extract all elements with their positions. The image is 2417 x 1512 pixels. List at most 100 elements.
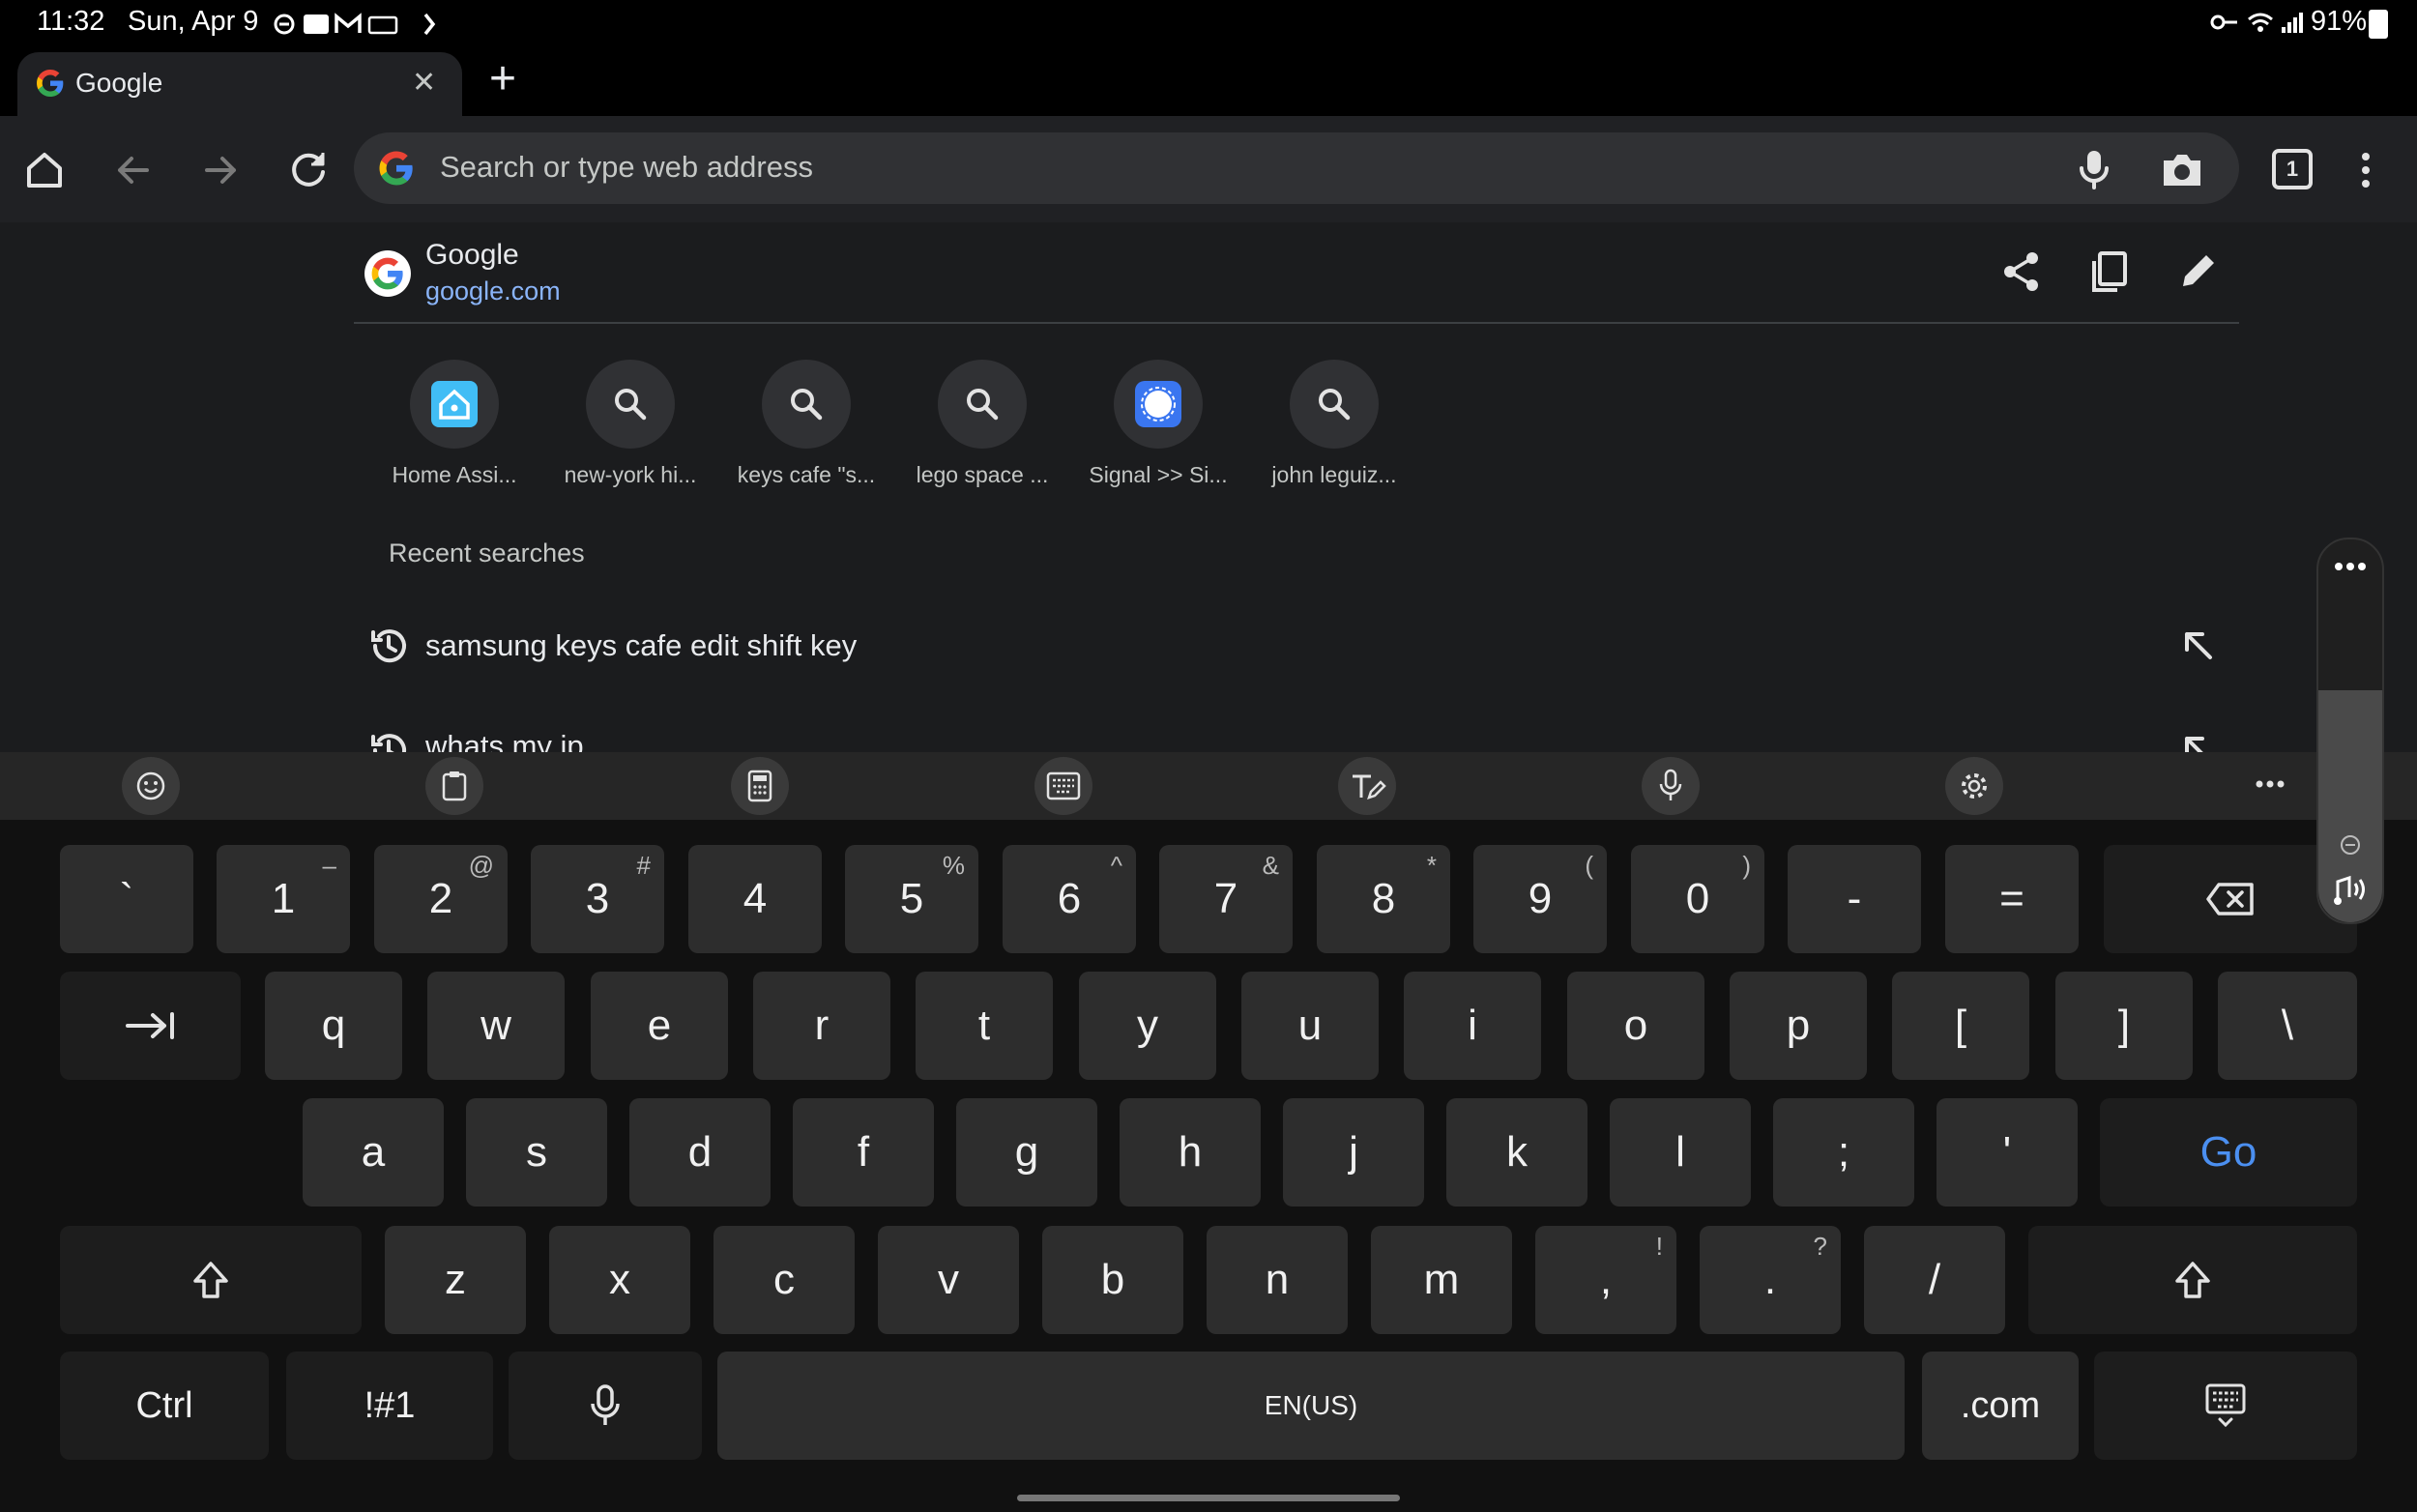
key-p[interactable]: p [1730,972,1867,1080]
key-8[interactable]: 8 * [1317,845,1450,953]
new-tab-button[interactable]: + [489,56,516,102]
back-icon[interactable] [112,149,155,191]
key-r[interactable]: r [753,972,890,1080]
calculator-button[interactable] [731,757,789,815]
key-0[interactable]: 0) [1631,845,1764,953]
shortcut-tile-home-assistant[interactable] [410,360,499,449]
key-z[interactable]: z [385,1226,526,1334]
go-key[interactable]: Go [2100,1098,2357,1207]
key-7[interactable]: 7 & [1159,845,1293,953]
shortcut-tile-search[interactable] [762,360,851,449]
key-h[interactable]: h [1120,1098,1261,1207]
reload-icon[interactable] [286,147,331,191]
key-n[interactable]: n [1207,1226,1348,1334]
insert-query-arrow-icon[interactable] [2179,731,2218,752]
key-w[interactable]: w [427,972,565,1080]
key-2[interactable]: 2 @ [374,845,508,953]
key-right-bracket[interactable]: ] [2055,972,2193,1080]
key-u[interactable]: u [1241,972,1379,1080]
space-bar[interactable]: EN(US) [717,1352,1905,1460]
key-i[interactable]: i [1404,972,1541,1080]
share-icon[interactable] [1999,249,2044,294]
key-t[interactable]: t [916,972,1053,1080]
key-k[interactable]: k [1446,1098,1587,1207]
right-shift-key[interactable] [2028,1226,2357,1334]
edge-panel[interactable] [2316,538,2384,924]
key-y[interactable]: y [1079,972,1216,1080]
recent-search-item[interactable]: samsung keys cafe edit shift key [425,628,857,663]
key-comma[interactable]: ,! [1535,1226,1676,1334]
gesture-bar[interactable] [1017,1495,1400,1501]
copy-icon[interactable] [2088,249,2131,294]
key-9[interactable]: 9( [1473,845,1607,953]
key-j[interactable]: j [1283,1098,1424,1207]
home-assistant-icon [431,381,478,427]
shortcut-tile-search[interactable] [1290,360,1379,449]
shortcut-tile-signal[interactable] [1114,360,1203,449]
key-e[interactable]: e [591,972,728,1080]
key-1[interactable]: 1– [217,845,350,953]
keyboard-more-icon[interactable] [2255,778,2286,790]
tab-key[interactable] [60,972,241,1080]
key-minus[interactable]: - [1788,845,1921,953]
symbols-key[interactable]: !#1 [286,1352,493,1460]
key-semicolon[interactable]: ; [1773,1098,1914,1207]
shortcut-tile-search[interactable] [938,360,1027,449]
key-q[interactable]: q [265,972,402,1080]
insert-query-arrow-icon[interactable] [2179,626,2218,665]
key-left-bracket[interactable]: [ [1892,972,2029,1080]
key-backslash[interactable]: \ [2218,972,2357,1080]
tab-switcher-button[interactable]: 1 [2272,149,2313,189]
more-icon[interactable] [2333,561,2368,572]
battery-percent: 91% [2311,6,2368,37]
key-period[interactable]: .? [1700,1226,1841,1334]
left-shift-key[interactable] [60,1226,362,1334]
search-input[interactable]: Search or type web address [440,150,813,185]
clipboard-button[interactable] [425,757,483,815]
home-icon[interactable] [23,149,66,191]
key-4[interactable]: 4 [688,845,822,953]
recent-search-item[interactable]: whats my ip [425,729,584,752]
key-slash[interactable]: / [1864,1226,2005,1334]
key-g[interactable]: g [956,1098,1097,1207]
signal-icon [1135,381,1181,427]
key-x[interactable]: x [549,1226,690,1334]
handwriting-button[interactable] [1338,757,1396,815]
key-b[interactable]: b [1042,1226,1183,1334]
keyboard-mode-button[interactable] [1034,757,1092,815]
ctrl-key[interactable]: Ctrl [60,1352,269,1460]
key-equals[interactable]: = [1945,845,2079,953]
key-3[interactable]: 3 # [531,845,664,953]
key-l[interactable]: l [1610,1098,1751,1207]
camera-search-icon[interactable] [2160,149,2204,189]
forward-icon[interactable] [199,149,242,191]
key-f[interactable]: f [793,1098,934,1207]
emoji-button[interactable] [122,757,180,815]
shortcut-tile-search[interactable] [586,360,675,449]
edit-icon[interactable] [2177,249,2220,292]
key-a[interactable]: a [303,1098,444,1207]
key-d[interactable]: d [629,1098,771,1207]
sound-icon[interactable] [2332,872,2371,907]
site-url[interactable]: google.com [425,276,561,306]
keyboard-settings-button[interactable] [1945,757,2003,815]
overflow-menu-icon[interactable] [2359,151,2373,189]
dotcom-key[interactable]: .com [1922,1352,2079,1460]
site-google-icon [364,249,412,298]
site-title[interactable]: Google [425,239,519,272]
voice-input-button[interactable] [1642,757,1700,815]
key-backtick[interactable]: ` [60,845,193,953]
tab-close-icon[interactable]: ✕ [412,66,436,100]
key-5[interactable]: 5% [845,845,978,953]
hide-keyboard-key[interactable] [2094,1352,2357,1460]
battery-icon [2369,10,2388,39]
key-v[interactable]: v [878,1226,1019,1334]
key-c[interactable]: c [713,1226,855,1334]
key-apostrophe[interactable]: ' [1937,1098,2078,1207]
mic-key[interactable] [509,1352,702,1460]
key-s[interactable]: s [466,1098,607,1207]
key-6[interactable]: 6 ^ [1003,845,1136,953]
key-o[interactable]: o [1567,972,1704,1080]
key-m[interactable]: m [1371,1226,1512,1334]
voice-search-icon[interactable] [2075,147,2113,191]
